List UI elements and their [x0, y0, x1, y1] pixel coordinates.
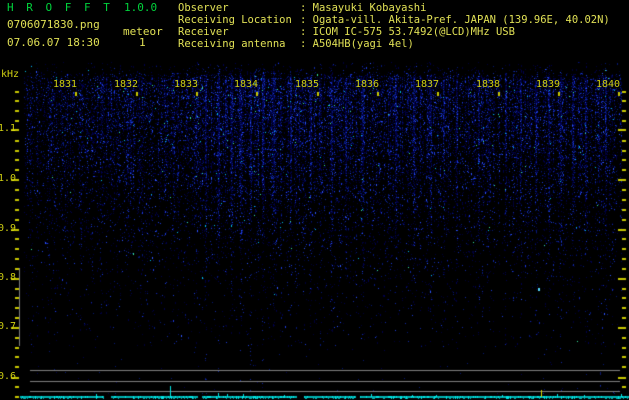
app-version: 1.0.0 — [124, 1, 158, 14]
freq-tick-label: 0.9 — [0, 223, 17, 234]
info-value: : A504HB(yagi 4el) — [300, 38, 414, 50]
hrofft-window: H R O F F T 1.0.0 0706071830.png meteor … — [0, 0, 629, 400]
freq-tick-label: 0.7 — [0, 321, 17, 332]
info-value: : Ogata-vill. Akita-Pref. JAPAN (139.96E… — [300, 14, 610, 26]
freq-tick-label: 0.8 — [0, 272, 17, 283]
time-tick-label: 1840 — [595, 79, 621, 90]
time-tick-label: 1836 — [354, 79, 380, 90]
time-tick-label: 1839 — [535, 79, 561, 90]
info-label: Receiving Location — [178, 14, 292, 26]
info-label: Receiver — [178, 26, 229, 38]
freq-axis-unit: kHz — [1, 69, 20, 80]
spectrogram-canvas — [0, 0, 629, 400]
time-tick-label: 1833 — [173, 79, 199, 90]
time-tick-label: 1831 — [52, 79, 78, 90]
app-title: H R O F F T — [7, 1, 113, 14]
info-value: : ICOM IC-575 53.7492(@LCD)MHz USB — [300, 26, 515, 38]
station-info: Observer : Masayuki Kobayashi Receiving … — [178, 2, 610, 50]
channel-number: 1 — [139, 36, 146, 49]
info-label: Observer — [178, 2, 229, 14]
time-tick-label: 1838 — [475, 79, 501, 90]
freq-tick-label: 1.1 — [0, 123, 17, 134]
output-filename: 0706071830.png — [7, 18, 100, 31]
info-row-receiver: Receiver : ICOM IC-575 53.7492(@LCD)MHz … — [178, 26, 610, 38]
datetime-label: 07.06.07 18:30 — [7, 36, 100, 49]
info-row-location: Receiving Location : Ogata-vill. Akita-P… — [178, 14, 610, 26]
time-tick-label: 1837 — [414, 79, 440, 90]
time-tick-label: 1835 — [294, 79, 320, 90]
freq-tick-label: 1.0 — [0, 173, 17, 184]
freq-tick-label: 0.6 — [0, 371, 17, 382]
info-row-observer: Observer : Masayuki Kobayashi — [178, 2, 610, 14]
info-label: Receiving antenna — [178, 38, 286, 50]
info-value: : Masayuki Kobayashi — [300, 2, 427, 14]
info-row-antenna: Receiving antenna : A504HB(yagi 4el) — [178, 38, 610, 50]
time-tick-label: 1832 — [113, 79, 139, 90]
time-tick-label: 1834 — [233, 79, 259, 90]
